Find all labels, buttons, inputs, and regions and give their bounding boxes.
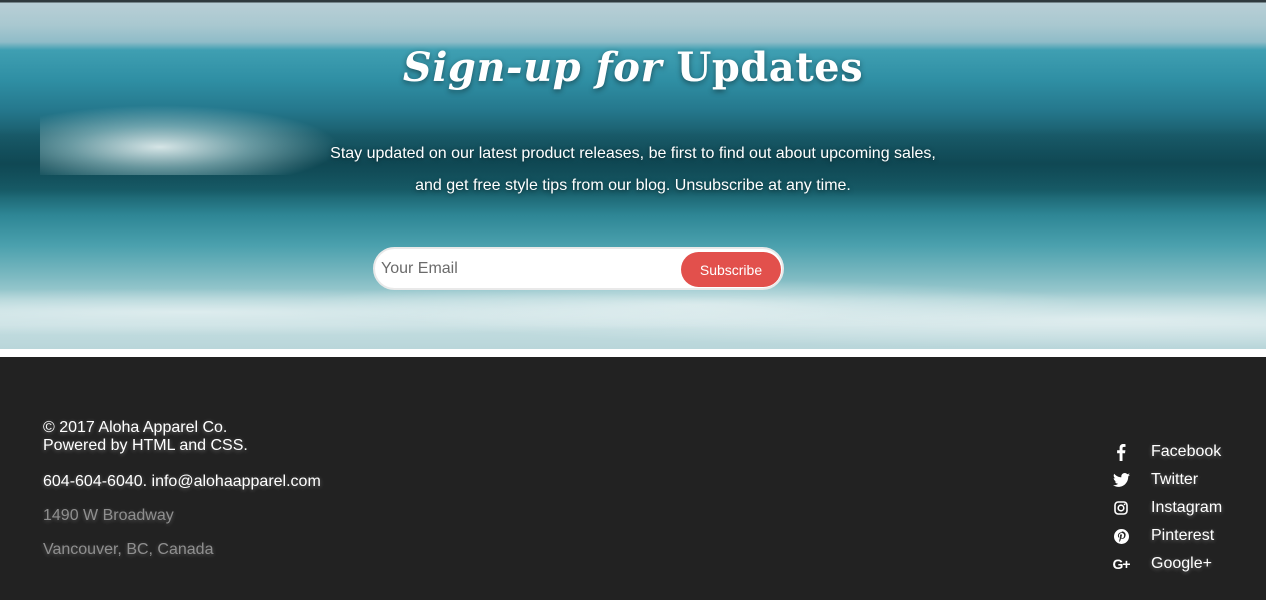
signup-description-line2: and get free style tips from our blog. U… bbox=[415, 177, 851, 194]
signup-hero: Sign-up for Updates Stay updated on our … bbox=[0, 0, 1266, 349]
social-link-instagram[interactable]: Instagram bbox=[1112, 494, 1262, 522]
signup-title: Sign-up for Updates bbox=[0, 44, 1266, 91]
subscribe-button[interactable]: Subscribe bbox=[681, 252, 781, 287]
copyright-text: © 2017 Aloha Apparel Co. bbox=[43, 419, 228, 436]
pinterest-icon bbox=[1112, 527, 1130, 545]
social-label-twitter: Twitter bbox=[1151, 471, 1199, 488]
address-line-2: Vancouver, BC, Canada bbox=[43, 541, 214, 558]
social-link-twitter[interactable]: Twitter bbox=[1112, 466, 1262, 494]
social-label-facebook: Facebook bbox=[1151, 443, 1222, 460]
social-label-instagram: Instagram bbox=[1151, 499, 1223, 516]
footer-info: © 2017 Aloha Apparel Co. Powered by HTML… bbox=[43, 419, 543, 559]
facebook-icon bbox=[1112, 443, 1130, 461]
social-label-google-plus: Google+ bbox=[1151, 555, 1212, 572]
social-link-facebook[interactable]: Facebook bbox=[1112, 438, 1262, 466]
powered-by-text: Powered by HTML and CSS. bbox=[43, 437, 248, 454]
social-link-google-plus[interactable]: G+ Google+ bbox=[1112, 550, 1262, 578]
instagram-icon bbox=[1112, 499, 1130, 517]
signup-title-rest: Updates bbox=[676, 44, 864, 91]
signup-form: Subscribe bbox=[373, 247, 784, 290]
signup-description-line1: Stay updated on our latest product relea… bbox=[330, 145, 936, 162]
address-line-1: 1490 W Broadway bbox=[43, 507, 174, 524]
social-link-pinterest[interactable]: Pinterest bbox=[1112, 522, 1262, 550]
contact-info: 604-604-6040. info@alohaapparel.com bbox=[43, 473, 321, 490]
site-footer: © 2017 Aloha Apparel Co. Powered by HTML… bbox=[0, 357, 1266, 600]
email-input[interactable] bbox=[381, 255, 671, 283]
google-plus-icon: G+ bbox=[1112, 556, 1130, 572]
social-links: Facebook Twitter Instagram Pinterest G+ … bbox=[1112, 438, 1262, 578]
signup-title-italic: Sign-up for bbox=[402, 44, 663, 91]
social-label-pinterest: Pinterest bbox=[1151, 527, 1215, 544]
signup-description: Stay updated on our latest product relea… bbox=[283, 138, 983, 202]
twitter-icon bbox=[1112, 471, 1130, 489]
section-divider bbox=[0, 349, 1266, 357]
